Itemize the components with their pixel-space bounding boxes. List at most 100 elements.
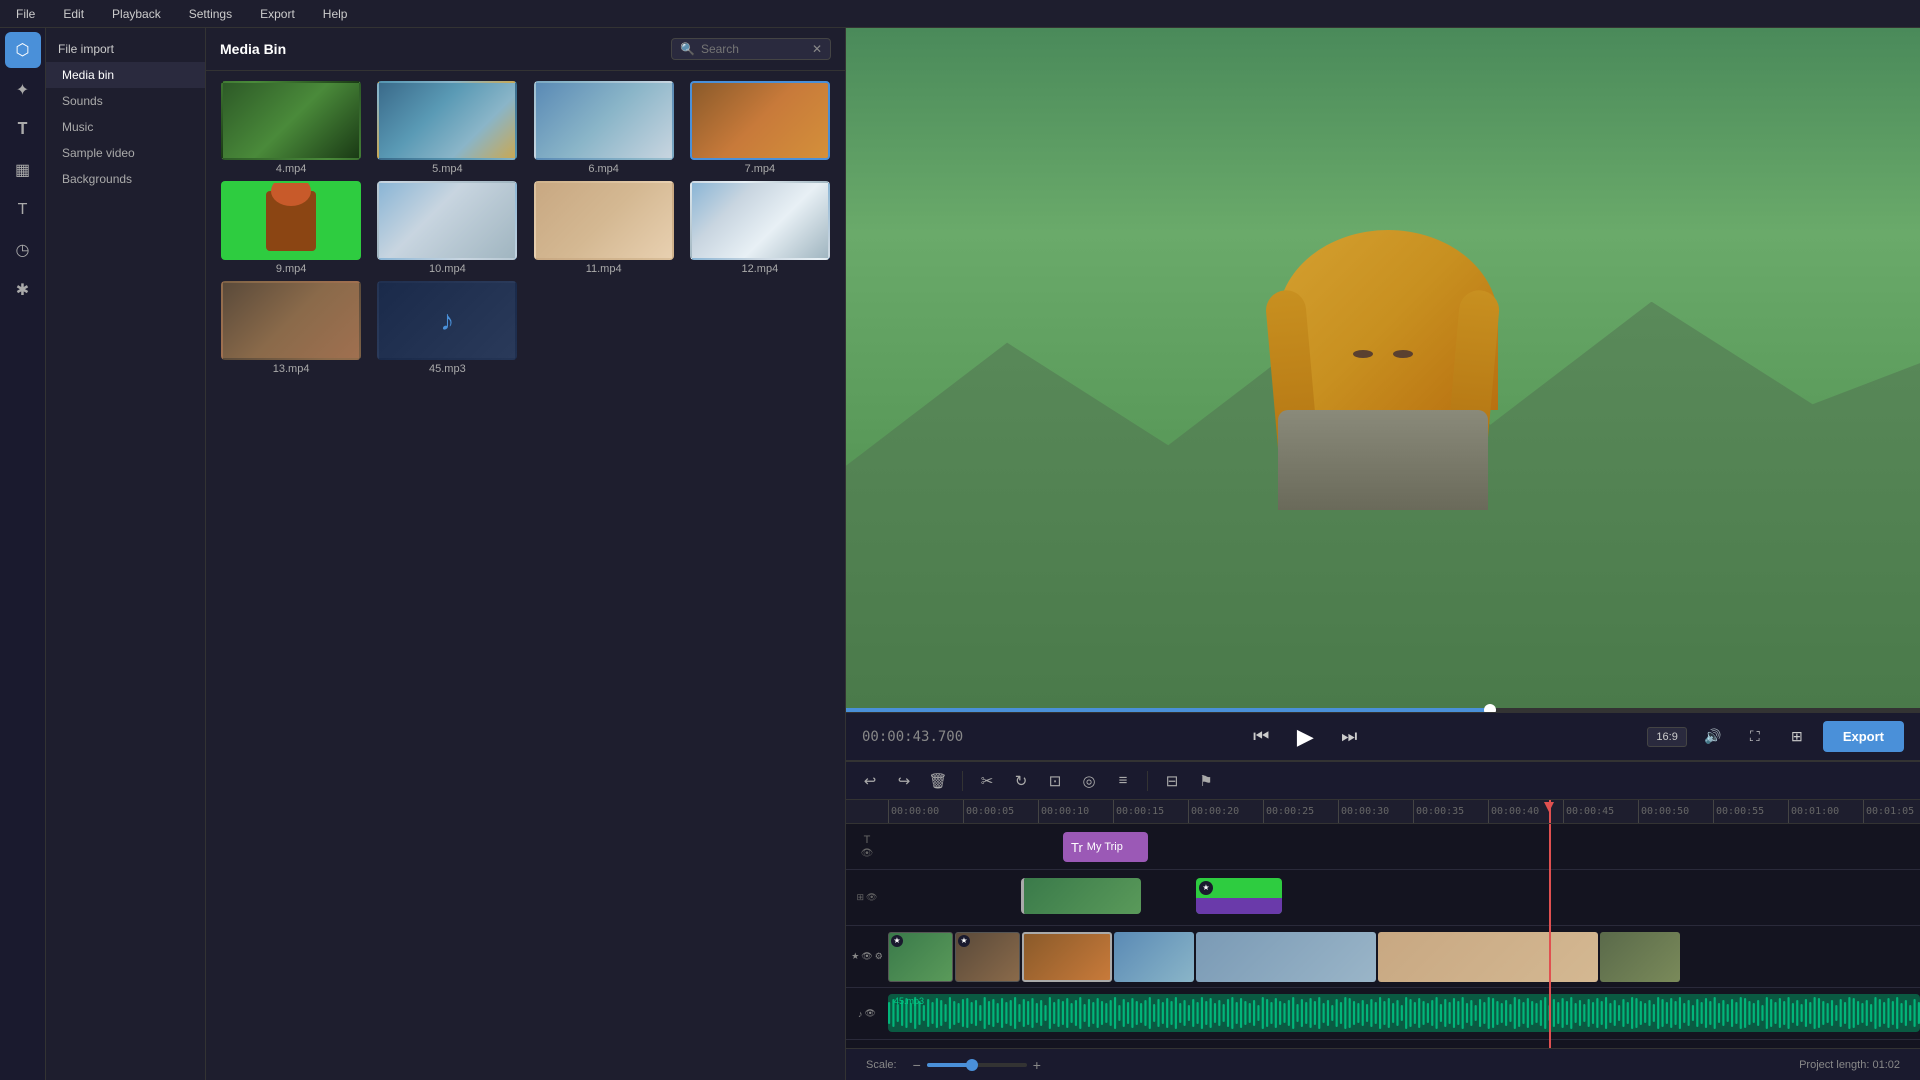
media-label-12mp4: 12.mp4	[742, 263, 779, 275]
audio-waveform[interactable]: 45.mp3	[888, 994, 1920, 1032]
media-item-9mp4[interactable]: 9.mp4	[216, 181, 366, 275]
pip-clip-greenscreen[interactable]: ★	[1196, 878, 1282, 914]
preview-right: 16:9 🔊 ⛶ ⊞ Export	[1647, 721, 1904, 753]
scale-plus-icon[interactable]: +	[1033, 1057, 1041, 1073]
sidebar-text-btn[interactable]: T	[5, 192, 41, 228]
ruler-35: 00:00:35	[1413, 800, 1488, 823]
file-import-backgrounds[interactable]: Backgrounds	[46, 166, 205, 192]
redo-btn[interactable]: ↪	[890, 767, 918, 795]
menu-export[interactable]: Export	[254, 5, 301, 23]
sidebar-transitions-btn[interactable]: ▦	[5, 152, 41, 188]
file-import-header[interactable]: File import	[46, 36, 205, 62]
main-clip-3[interactable]	[1022, 932, 1112, 982]
media-thumb-45mp3: ♪	[377, 281, 517, 360]
rotate-btn[interactable]: ↻	[1007, 767, 1035, 795]
settings-preview-btn[interactable]: ⊞	[1781, 721, 1813, 753]
audio-track-controls: ♪ 👁	[846, 1008, 888, 1019]
media-item-6mp4[interactable]: 6.mp4	[529, 81, 679, 175]
pip-clip-forest[interactable]	[1021, 878, 1141, 914]
preview-progress-thumb[interactable]	[1484, 704, 1496, 712]
main-video-settings-icon: ⚙	[875, 951, 883, 962]
scale-slider-thumb[interactable]	[966, 1059, 978, 1071]
flag-btn[interactable]: ⚑	[1192, 767, 1220, 795]
title-clip-my-trip[interactable]: Tr My Trip	[1063, 832, 1148, 862]
menu-settings[interactable]: Settings	[183, 5, 238, 23]
menu-edit[interactable]: Edit	[57, 5, 90, 23]
export-btn-preview[interactable]: Export	[1823, 721, 1904, 752]
play-btn[interactable]: ▶	[1289, 721, 1321, 753]
media-item-13mp4[interactable]: 13.mp4	[216, 281, 366, 375]
main-clip-7[interactable]	[1600, 932, 1680, 982]
cut-btn[interactable]: ✂	[973, 767, 1001, 795]
aspect-ratio-btn[interactable]: 16:9	[1647, 727, 1686, 747]
media-thumb-7mp4	[690, 81, 830, 160]
sidebar-media-btn[interactable]: ⬡	[5, 32, 41, 68]
title-track-content: Tr My Trip	[888, 824, 1920, 869]
timeline-ruler: 00:00:00 00:00:05 00:00:10 00:00:15 00:0…	[846, 800, 1920, 824]
crop-btn[interactable]: ⊡	[1041, 767, 1069, 795]
media-item-7mp4[interactable]: 7.mp4	[685, 81, 835, 175]
sidebar-clock-btn[interactable]: ◷	[5, 232, 41, 268]
preview-controls: 00:00:43.700 ⏮ ▶ ⏭ 16:9 🔊 ⛶ ⊞ Export	[846, 712, 1920, 760]
media-item-4mp4[interactable]: 4.mp4	[216, 81, 366, 175]
preview-video	[846, 28, 1920, 712]
preview-time: 00:00:43.700	[862, 729, 963, 745]
menu-help[interactable]: Help	[317, 5, 354, 23]
menu-playback[interactable]: Playback	[106, 5, 167, 23]
file-import-panel: File import Media bin Sounds Music Sampl…	[46, 28, 206, 1080]
overlay-btn[interactable]: ⊟	[1158, 767, 1186, 795]
search-clear-icon[interactable]: ✕	[812, 42, 822, 56]
title-track-text-icon: T	[864, 834, 871, 846]
sidebar-effects-btn[interactable]: ✦	[5, 72, 41, 108]
ruler-20: 00:00:20	[1188, 800, 1263, 823]
stabilize-btn[interactable]: ◎	[1075, 767, 1103, 795]
sidebar-titles-btn[interactable]: 𝐓	[5, 112, 41, 148]
media-thumb-11mp4	[534, 181, 674, 260]
media-item-10mp4[interactable]: 10.mp4	[372, 181, 522, 275]
media-item-12mp4[interactable]: 12.mp4	[685, 181, 835, 275]
file-import-sounds[interactable]: Sounds	[46, 88, 205, 114]
main-clip-6[interactable]	[1378, 932, 1598, 982]
undo-btn[interactable]: ↩	[856, 767, 884, 795]
ruler-50: 00:00:50	[1638, 800, 1713, 823]
sidebar-star-btn[interactable]: ✱	[5, 272, 41, 308]
ruler-00: 00:00:00	[888, 800, 963, 823]
media-item-45mp3[interactable]: ♪ 45.mp3	[372, 281, 522, 375]
search-input[interactable]	[701, 42, 806, 56]
media-grid: 4.mp4 5.mp4 6.mp4 7.mp4	[206, 71, 845, 385]
media-item-5mp4[interactable]: 5.mp4	[372, 81, 522, 175]
fullscreen-btn[interactable]: ⛶	[1739, 721, 1771, 753]
main-clip-4[interactable]	[1114, 932, 1194, 982]
file-import-sample-video[interactable]: Sample video	[46, 140, 205, 166]
list-btn[interactable]: ≡	[1109, 767, 1137, 795]
main-video-star-icon: ★	[851, 951, 859, 962]
playback-controls: ⏮ ▶ ⏭	[1245, 721, 1365, 753]
scale-slider[interactable]: − +	[913, 1057, 1041, 1073]
project-length-value: 01:02	[1872, 1059, 1900, 1071]
skip-back-btn[interactable]: ⏮	[1245, 721, 1277, 753]
main-clip-5[interactable]	[1196, 932, 1376, 982]
timeline-tracks: T 👁 Tr My Trip ⊞ 👁	[846, 824, 1920, 1048]
skip-forward-btn[interactable]: ⏭	[1333, 721, 1365, 753]
pip-track: ⊞ 👁 ★	[846, 870, 1920, 926]
title-track: T 👁 Tr My Trip	[846, 824, 1920, 870]
project-length: Project length: 01:02	[1799, 1059, 1900, 1071]
media-thumb-9mp4	[221, 181, 361, 260]
media-label-6mp4: 6.mp4	[588, 163, 619, 175]
file-import-media-bin[interactable]: Media bin	[46, 62, 205, 88]
media-item-11mp4[interactable]: 11.mp4	[529, 181, 679, 275]
media-thumb-10mp4	[377, 181, 517, 260]
main-clip-1[interactable]: ★	[888, 932, 953, 982]
audio-icon: ♪	[858, 1009, 863, 1019]
ruler-25: 00:00:25	[1263, 800, 1338, 823]
scale-minus-icon[interactable]: −	[913, 1057, 921, 1073]
file-import-music[interactable]: Music	[46, 114, 205, 140]
volume-btn[interactable]: 🔊	[1697, 721, 1729, 753]
menu-file[interactable]: File	[10, 5, 41, 23]
media-label-45mp3: 45.mp3	[429, 363, 466, 375]
media-thumb-5mp4	[377, 81, 517, 160]
main-clip-2[interactable]: ★	[955, 932, 1020, 982]
search-icon: 🔍	[680, 42, 695, 56]
delete-btn[interactable]: 🗑	[924, 767, 952, 795]
preview-progress-bar[interactable]	[846, 708, 1920, 712]
